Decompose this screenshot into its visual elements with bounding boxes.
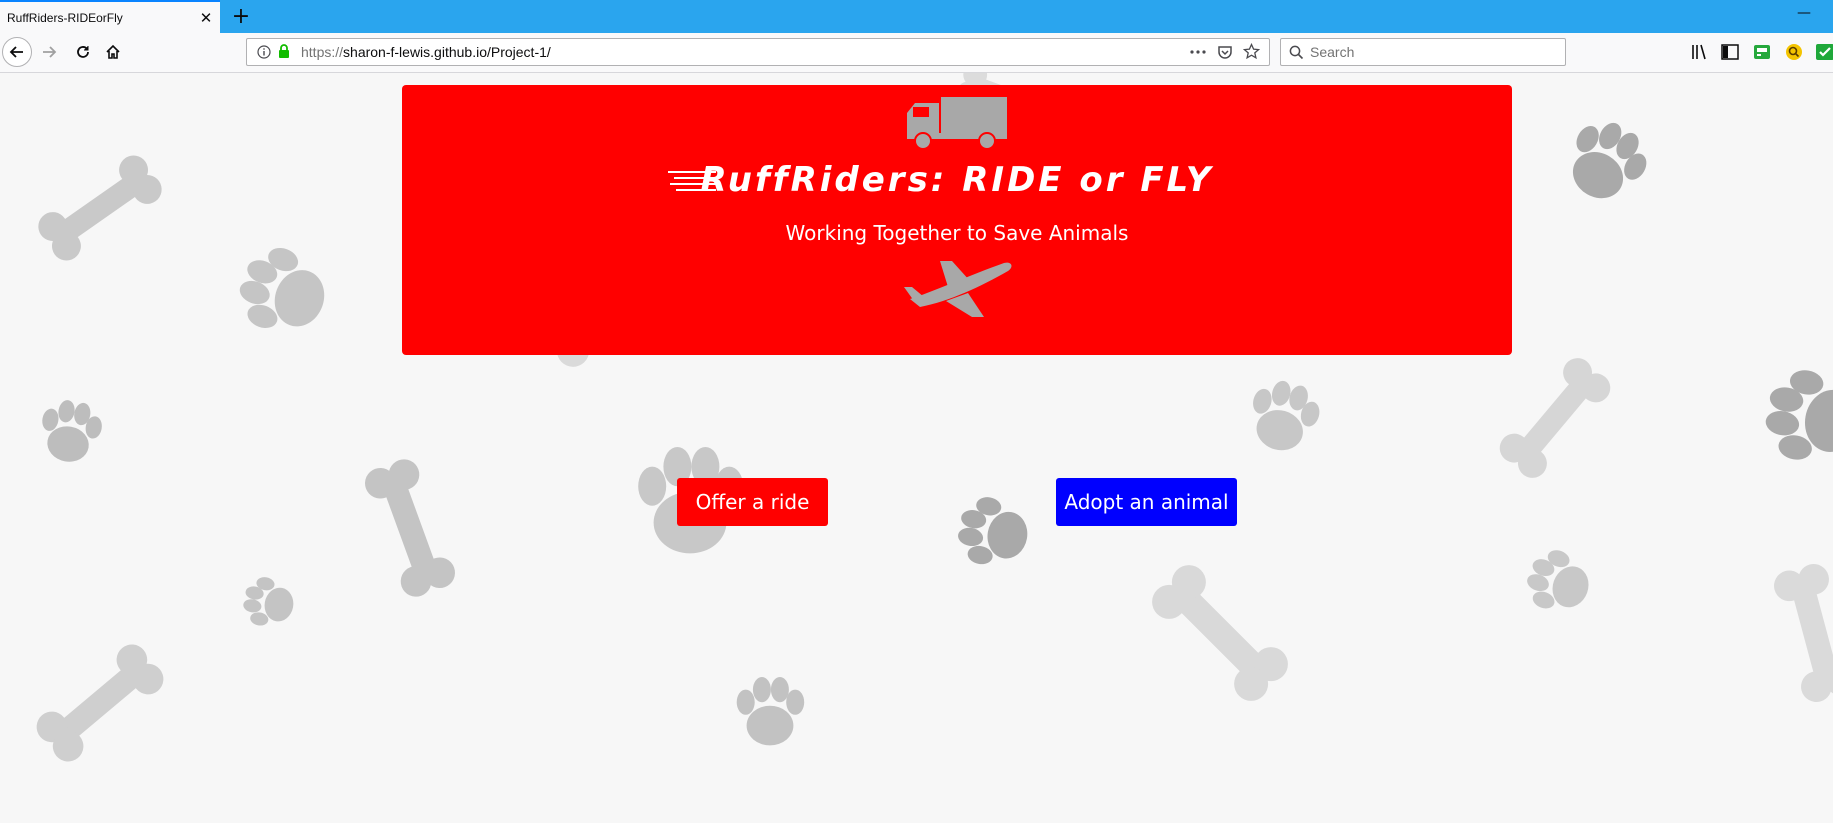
browser-tab[interactable]: RuffRiders-RIDEorFly ✕ <box>0 0 220 33</box>
minimize-icon[interactable]: — <box>1797 6 1811 20</box>
forward-button[interactable] <box>34 37 64 67</box>
reload-icon <box>77 46 89 58</box>
tab-close-icon[interactable]: ✕ <box>192 9 220 27</box>
plane-icon <box>904 261 1012 317</box>
tab-title: RuffRiders-RIDEorFly <box>7 10 123 25</box>
arrow-left-icon <box>9 46 23 58</box>
bone-icon <box>1145 558 1295 708</box>
bone-icon <box>1493 352 1617 484</box>
sidebar-icon[interactable] <box>1720 42 1740 62</box>
search-bar[interactable] <box>1280 38 1566 66</box>
nav-bar: https://sharon-f-lewis.github.io/Project… <box>0 33 1833 73</box>
lock-icon[interactable] <box>277 44 291 59</box>
new-tab-button[interactable]: + <box>226 2 256 32</box>
paw-print-icon <box>953 493 1033 572</box>
offer-ride-button[interactable]: Offer a ride <box>677 478 828 526</box>
paw-print-icon <box>229 238 337 345</box>
search-input[interactable] <box>1310 42 1550 62</box>
tab-bar: RuffRiders-RIDEorFly ✕ + — <box>0 0 1833 33</box>
bone-icon <box>30 638 170 768</box>
adopt-animal-button[interactable]: Adopt an animal <box>1056 478 1237 526</box>
bone-icon <box>360 455 460 601</box>
url-text[interactable]: https://sharon-f-lewis.github.io/Project… <box>301 39 551 65</box>
arrow-right-icon <box>43 46 57 58</box>
home-button[interactable] <box>98 37 128 67</box>
url-scheme: https:// <box>301 44 344 60</box>
library-icon[interactable] <box>1690 42 1710 62</box>
page-viewport: RuffRiders: RIDE or FLY Working Together… <box>0 73 1833 823</box>
paw-print-icon <box>35 396 106 467</box>
extension-green-icon[interactable] <box>1752 42 1772 62</box>
url-bar[interactable]: https://sharon-f-lewis.github.io/Project… <box>246 38 1270 66</box>
paw-print-icon <box>736 677 805 746</box>
hero-banner: RuffRiders: RIDE or FLY Working Together… <box>402 85 1512 355</box>
bone-icon <box>32 149 168 267</box>
extension-check-icon[interactable] <box>1815 42 1833 62</box>
hero-title: RuffRiders: RIDE or FLY <box>700 160 1214 200</box>
bone-icon <box>1770 560 1833 706</box>
reload-button[interactable] <box>68 37 98 67</box>
url-host-path: sharon-f-lewis.github.io/Project-1/ <box>343 44 551 60</box>
bookmark-star-icon[interactable] <box>1243 43 1260 60</box>
paw-print-icon <box>240 574 298 631</box>
search-icon <box>1289 45 1304 60</box>
paw-print-icon <box>1519 543 1598 621</box>
truck-icon <box>907 97 1007 150</box>
paw-print-icon <box>1242 374 1326 459</box>
info-icon[interactable] <box>257 45 271 59</box>
back-button[interactable] <box>2 37 32 67</box>
paw-print-icon <box>1554 109 1658 214</box>
extension-search-icon[interactable] <box>1784 42 1804 62</box>
home-icon <box>106 44 120 59</box>
paw-print-icon <box>1760 364 1833 470</box>
pocket-icon[interactable] <box>1217 44 1233 60</box>
more-actions-icon[interactable] <box>1190 50 1206 54</box>
hero-subtitle: Working Together to Save Animals <box>785 221 1129 245</box>
